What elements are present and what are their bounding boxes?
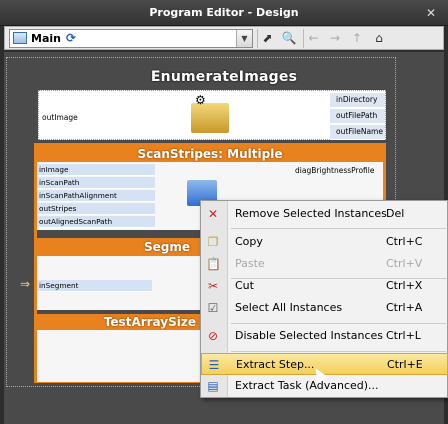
port-in-image[interactable]: inImage xyxy=(37,164,155,176)
menu-item-select-all[interactable]: ☑ Select All Instances Ctrl+A xyxy=(201,297,448,319)
select-all-icon: ☑ xyxy=(207,301,219,315)
port-diag-brightness-profile[interactable]: diagBrightnessProfile xyxy=(295,166,374,175)
chevron-down-icon[interactable]: ▼ xyxy=(236,29,252,47)
refresh-icon[interactable]: ⟳ xyxy=(66,31,76,45)
back-icon[interactable]: ← xyxy=(303,28,323,48)
jump-icon[interactable]: ⬈ xyxy=(257,28,277,48)
title-bar: Program Editor - Design ✕ xyxy=(0,0,448,26)
extract-step-icon: ☰ xyxy=(208,358,220,372)
connection-arrow-icon: ⇒ xyxy=(20,277,31,291)
search-icon[interactable]: 🔍 xyxy=(279,29,299,48)
close-icon[interactable]: ✕ xyxy=(426,0,436,26)
menu-item-cut[interactable]: ✂ Cut Ctrl+X xyxy=(201,275,448,297)
test-array-size-title[interactable]: TestArraySize xyxy=(37,314,202,330)
port-out-image[interactable]: outImage xyxy=(42,113,78,122)
remove-icon: ✕ xyxy=(207,207,219,221)
port-out-stripes[interactable]: outStripes xyxy=(37,203,155,215)
menu-item-copy[interactable]: ❐ Copy Ctrl+C xyxy=(201,231,448,253)
window-title: Program Editor - Design xyxy=(149,6,299,19)
port-out-aligned-scan-path[interactable]: outAlignedScanPath xyxy=(37,216,155,228)
disable-icon: ⊘ xyxy=(207,329,219,343)
program-selector-value: Main xyxy=(31,31,61,45)
paste-icon: 📋 xyxy=(206,257,221,271)
gear-icon: ⚙ xyxy=(195,93,206,107)
enumerate-images-block[interactable]: outImage ⚙ inDirectory outFilePath outFi… xyxy=(38,90,386,140)
program-selector[interactable]: Main ⟳ ▼ xyxy=(9,28,253,48)
forward-icon[interactable]: → xyxy=(325,29,345,48)
port-in-scan-path-alignment[interactable]: inScanPathAlignment xyxy=(37,190,155,202)
folder-icon xyxy=(191,103,229,133)
context-menu: ✕ Remove Selected Instances Del ❐ Copy C… xyxy=(200,200,448,398)
program-editor-window: Program Editor - Design ✕ Main ⟳ ▼ ⬈ 🔍 ←… xyxy=(0,0,448,424)
up-icon[interactable]: ↑ xyxy=(347,29,367,48)
enumerate-images-title: EnumerateImages xyxy=(150,69,298,85)
segment-title[interactable]: Segme xyxy=(37,238,202,256)
segment-block[interactable]: inSegment xyxy=(37,256,202,310)
home-icon[interactable]: ⌂ xyxy=(369,29,389,48)
port-in-segment[interactable]: inSegment xyxy=(37,280,152,292)
test-array-size-block[interactable] xyxy=(37,330,202,382)
port-in-directory[interactable]: inDirectory xyxy=(330,93,385,108)
port-out-file-path[interactable]: outFilePath xyxy=(330,109,385,124)
port-in-scan-path[interactable]: inScanPath xyxy=(37,177,155,189)
menu-separator xyxy=(231,228,446,229)
menu-item-remove-selected[interactable]: ✕ Remove Selected Instances Del xyxy=(201,203,448,225)
menu-separator xyxy=(231,351,446,352)
copy-icon: ❐ xyxy=(207,235,219,249)
cut-icon: ✂ xyxy=(207,279,219,293)
menu-item-paste[interactable]: 📋 Paste Ctrl+V xyxy=(201,253,448,275)
menu-item-disable-selected[interactable]: ⊘ Disable Selected Instances Ctrl+L xyxy=(201,325,448,347)
port-out-file-name[interactable]: outFileName xyxy=(330,125,385,140)
menu-separator xyxy=(231,323,446,324)
scan-stripes-title[interactable]: ScanStripes: Multiple xyxy=(37,146,383,162)
toolbar: Main ⟳ ▼ ⬈ 🔍 ← → ↑ ⌂ xyxy=(4,26,444,50)
program-icon xyxy=(13,32,27,44)
extract-task-icon: ▤ xyxy=(207,379,219,393)
